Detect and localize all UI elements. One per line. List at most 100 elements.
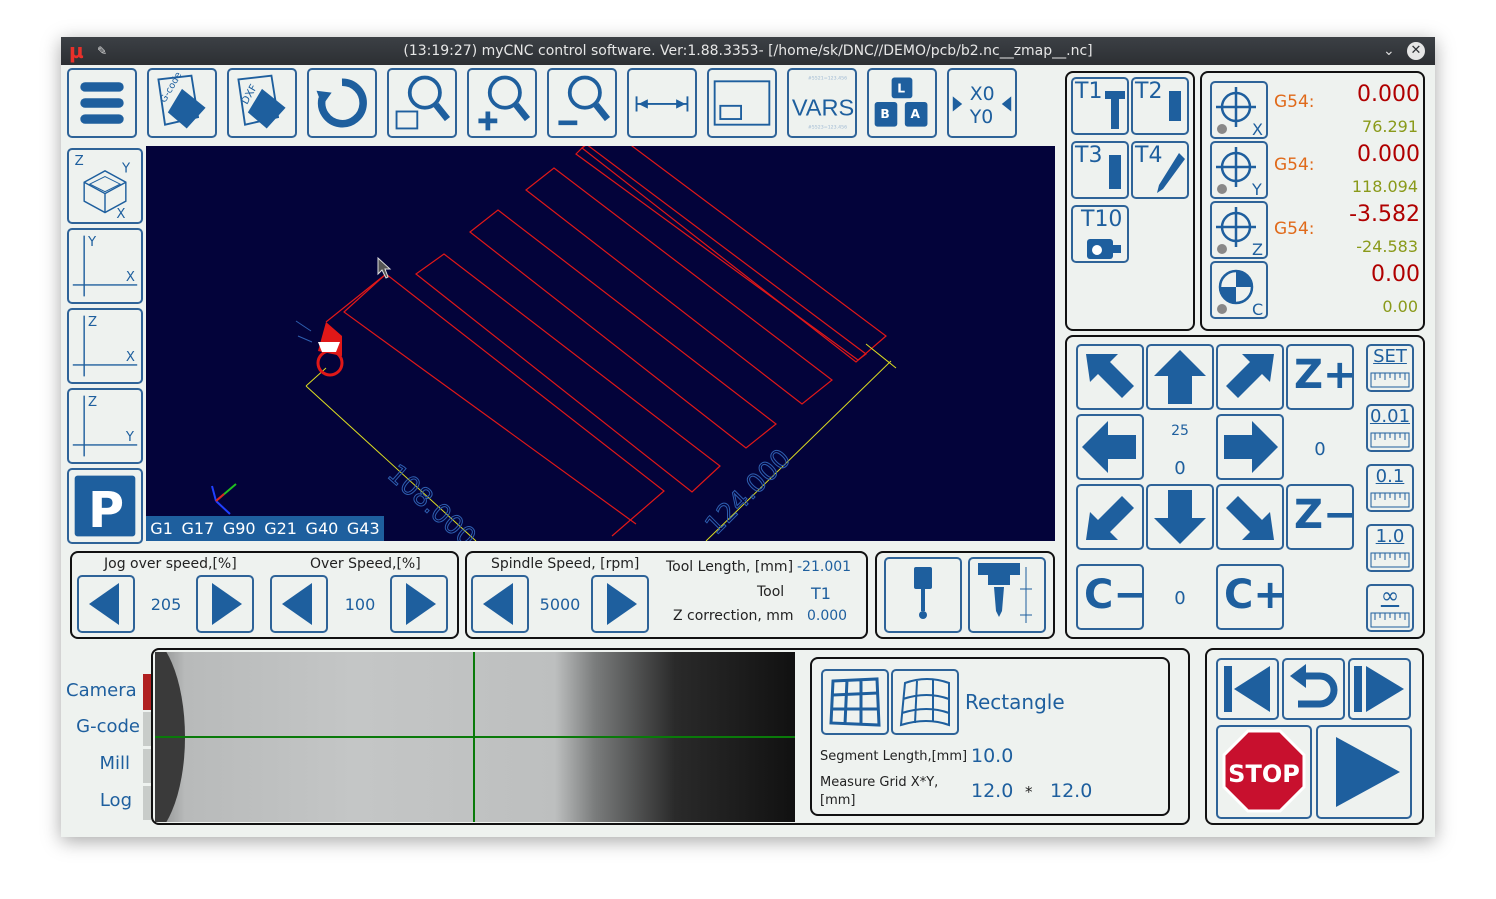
jog-z-minus-button[interactable]: Z−	[1286, 484, 1357, 550]
zero-x-button[interactable]: X	[1210, 81, 1268, 139]
probe-button[interactable]	[884, 557, 962, 633]
close-icon[interactable]: ✕	[1407, 42, 1425, 60]
step-forward-button[interactable]	[1348, 658, 1411, 720]
spindle-decrease-button[interactable]	[471, 575, 529, 633]
zero-y-button[interactable]: Y	[1210, 141, 1268, 199]
zero-z-button[interactable]: Z	[1210, 201, 1268, 259]
grid-x-value[interactable]: 12.0	[971, 780, 1013, 802]
segment-length-value[interactable]: 10.0	[971, 745, 1013, 767]
reload-button[interactable]	[307, 68, 377, 138]
grid-rectangle-button[interactable]	[821, 669, 889, 735]
tool-t2-button[interactable]: T2	[1131, 77, 1189, 135]
dimension-x-label: 108.000	[381, 459, 481, 541]
tool-length-measure-button[interactable]	[968, 557, 1046, 633]
app-logo-icon: µ	[69, 39, 84, 63]
step-10-button[interactable]: 1.0	[1366, 524, 1414, 572]
jog-speed-increase-button[interactable]	[196, 575, 254, 633]
gcode-mode: G21	[264, 519, 297, 538]
jog-down-right-button[interactable]	[1216, 484, 1284, 550]
zero-c-button[interactable]: C	[1210, 261, 1268, 319]
tool-label: Tool	[757, 584, 785, 600]
jog-right-button[interactable]	[1216, 414, 1284, 480]
tab-mill[interactable]: Mill	[66, 753, 130, 774]
spindle-speed-value: 5000	[539, 595, 581, 614]
menu-button[interactable]	[67, 68, 137, 138]
gcode-mode: G90	[222, 519, 256, 538]
tab-log[interactable]: Log	[66, 790, 132, 811]
zoom-in-button[interactable]	[467, 68, 537, 138]
tool-t4-button[interactable]: T4	[1131, 141, 1189, 199]
tool-value: T1	[811, 584, 831, 603]
start-button[interactable]	[1316, 725, 1412, 819]
tool-t10-button[interactable]: T10	[1071, 205, 1129, 263]
iso-y-label: Y	[121, 162, 131, 177]
view-xy-button[interactable]: YX	[67, 228, 143, 304]
step-continuous-button[interactable]: ∞	[1366, 584, 1414, 632]
jog-up-left-button[interactable]	[1076, 344, 1144, 410]
y-work-coordinate: 0.000	[1357, 142, 1420, 167]
gcode-mode: G17	[181, 519, 215, 538]
segment-length-label: Segment Length,[mm]	[820, 749, 968, 764]
jog-up-button[interactable]	[1146, 344, 1214, 410]
tab-gcode[interactable]: G-code	[66, 716, 140, 737]
jog-down-left-button[interactable]	[1076, 484, 1144, 550]
jog-c-plus-button[interactable]: C+	[1216, 564, 1287, 630]
jog-up-right-button[interactable]	[1216, 344, 1284, 410]
rewind-button[interactable]	[1216, 658, 1279, 720]
vars-button[interactable]: #5521=123.456 #5523=123.456 VARS	[787, 68, 857, 138]
axis-c-label: C	[1252, 300, 1263, 317]
gcode-mode: G43	[346, 519, 380, 538]
zoom-out-button[interactable]	[547, 68, 617, 138]
grid-distorted-button[interactable]	[891, 669, 959, 735]
zx-v-label: Z	[88, 315, 97, 330]
chevron-down-icon[interactable]: ⌄	[1383, 37, 1395, 65]
view-iso-button[interactable]: Z Y X	[67, 148, 143, 224]
tool-t3-button[interactable]: T3	[1071, 141, 1129, 199]
zoom-fit-button[interactable]	[387, 68, 457, 138]
axis-x-label: X	[1252, 120, 1263, 137]
view-zy-button[interactable]: ZY	[67, 388, 143, 464]
jog-c-minus-button[interactable]: C−	[1076, 564, 1147, 630]
jog-c-value: 0	[1174, 588, 1186, 609]
y0-label: Y0	[969, 107, 994, 128]
undo-button[interactable]	[1282, 658, 1345, 720]
axis-y-label: Y	[1251, 180, 1262, 197]
z-work-coordinate: -3.582	[1349, 202, 1420, 227]
tool-t1-button[interactable]: T1	[1071, 77, 1129, 135]
jog-speed-label: Jog over speed,[%]	[104, 556, 237, 572]
toolpath-viewport[interactable]: 108.000 124.000 G1 G17 G90 G21 G40 G43	[146, 146, 1055, 541]
toolpath-drawing: 108.000 124.000	[211, 146, 897, 541]
svg-text:A: A	[910, 107, 920, 121]
view-zx-button[interactable]: ZX	[67, 308, 143, 384]
tab-camera[interactable]: Camera	[66, 680, 137, 701]
tool-length-value: -21.001	[797, 559, 852, 575]
zero-xy-button[interactable]: X0 Y0	[947, 68, 1017, 138]
open-gcode-button[interactable]: G-code	[147, 68, 217, 138]
grid-mode-label: Rectangle	[965, 690, 1065, 714]
step-001-button[interactable]: 0.01	[1366, 404, 1414, 452]
step-label: ∞	[1380, 584, 1400, 609]
step-set-button[interactable]: SET	[1366, 344, 1414, 392]
pin-icon[interactable]: ✎	[97, 37, 107, 65]
stop-button[interactable]: STOP	[1216, 725, 1312, 819]
step-01-button[interactable]: 0.1	[1366, 464, 1414, 512]
jog-z-value: 0	[1314, 439, 1326, 460]
spindle-increase-button[interactable]	[591, 575, 649, 633]
jog-speed-value: 205	[150, 595, 182, 614]
jog-z-plus-button[interactable]: Z+	[1286, 344, 1357, 410]
jog-left-button[interactable]	[1076, 414, 1144, 480]
over-speed-decrease-button[interactable]	[270, 575, 328, 633]
camera-feed[interactable]	[155, 652, 795, 822]
zy-h-label: Y	[125, 430, 135, 445]
keyboard-button[interactable]: LB A	[867, 68, 937, 138]
jog-down-button[interactable]	[1146, 484, 1214, 550]
z-machine-coordinate: -24.583	[1356, 237, 1418, 256]
frame-button[interactable]	[707, 68, 777, 138]
grid-y-value[interactable]: 12.0	[1050, 780, 1092, 802]
open-dxf-button[interactable]: DXF	[227, 68, 297, 138]
measure-button[interactable]	[627, 68, 697, 138]
jog-speed-decrease-button[interactable]	[77, 575, 135, 633]
over-speed-increase-button[interactable]	[390, 575, 448, 633]
spindle-speed-label: Spindle Speed, [rpm]	[491, 556, 640, 572]
park-button[interactable]: P	[67, 468, 143, 544]
